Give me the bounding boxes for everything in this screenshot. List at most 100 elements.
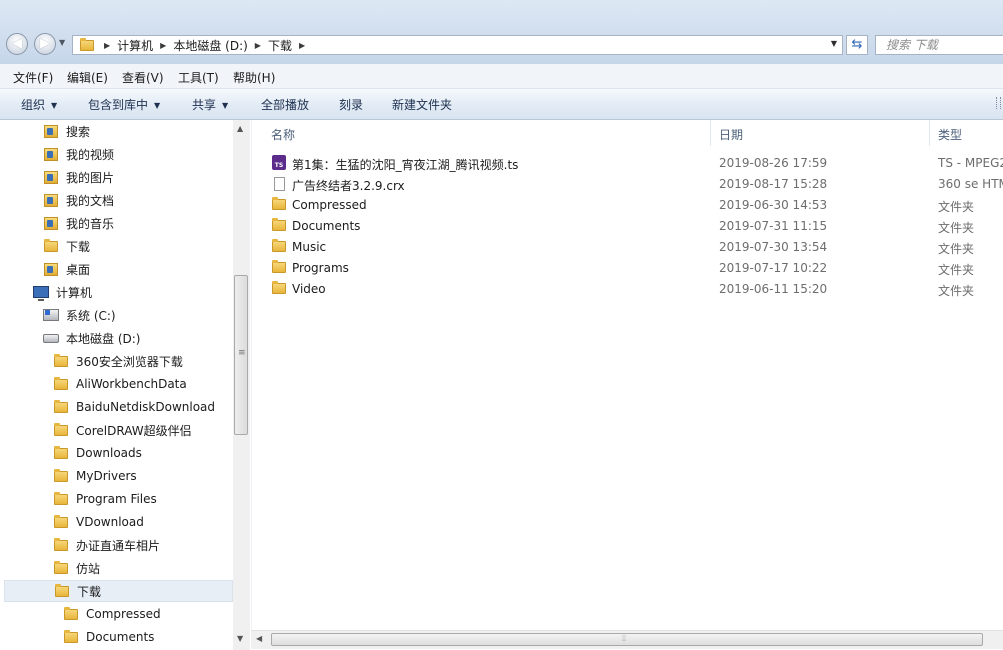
column-divider[interactable]: [929, 120, 930, 146]
nav-item-pictures[interactable]: 我的图片: [44, 166, 114, 188]
folder-icon: [272, 197, 286, 210]
file-date: 2019-07-30 13:54: [719, 240, 828, 254]
scroll-down-icon[interactable]: ▼: [237, 634, 243, 643]
music-library-icon: [44, 216, 58, 230]
nav-item-folder[interactable]: Documents: [64, 626, 154, 648]
nav-label: Documents: [86, 630, 155, 644]
nav-label: 我的图片: [66, 170, 115, 185]
breadcrumb-arrow-icon[interactable]: ▶: [255, 41, 261, 50]
breadcrumb-downloads[interactable]: 下载: [268, 37, 292, 54]
breadcrumb-drive-d[interactable]: 本地磁盘 (D:): [173, 37, 247, 54]
refresh-button[interactable]: ⇆: [846, 35, 868, 55]
nav-item-drive-c[interactable]: 系统 (C:): [43, 304, 116, 326]
horizontal-scroll-thumb[interactable]: ⦙⦙: [271, 633, 983, 646]
nav-item-desktop[interactable]: 桌面: [44, 258, 90, 280]
menu-view[interactable]: 查看(V): [122, 69, 164, 86]
nav-label: 我的视频: [66, 147, 115, 162]
file-type: 文件夹: [938, 221, 975, 235]
folder-icon: [64, 629, 78, 643]
breadcrumb-arrow-icon[interactable]: ▶: [299, 41, 305, 50]
nav-item-folder[interactable]: Downloads: [54, 442, 142, 464]
file-date: 2019-08-26 17:59: [719, 156, 828, 170]
file-row[interactable]: Video 2019-06-11 15:20 文件夹: [252, 279, 1003, 300]
include-in-library-label: 包含到库中: [88, 98, 149, 112]
breadcrumb-computer[interactable]: 计算机: [117, 37, 153, 54]
file-row[interactable]: Documents 2019-07-31 11:15 文件夹: [252, 216, 1003, 237]
nav-item-downloads-selected[interactable]: 下载: [4, 580, 233, 602]
file-list: 名称 日期 类型 TS 第1集：生猛的沈阳_宵夜江湖_腾讯视频.ts 2019-…: [251, 120, 1003, 630]
nav-item-downloads-fav[interactable]: 下载: [44, 235, 90, 257]
menu-help[interactable]: 帮助(H): [233, 69, 275, 86]
drive-icon: [43, 333, 59, 343]
nav-label: MyDrivers: [76, 469, 137, 483]
file-row[interactable]: Music 2019-07-30 13:54 文件夹: [252, 237, 1003, 258]
file-type: 360 se HTM: [938, 177, 1003, 191]
scroll-up-icon[interactable]: ▲: [237, 124, 243, 133]
nav-label: 我的文档: [66, 193, 115, 208]
folder-icon: [54, 514, 68, 528]
back-button[interactable]: ◀: [6, 33, 28, 55]
file-row[interactable]: Programs 2019-07-17 10:22 文件夹: [252, 258, 1003, 279]
nav-item-documents[interactable]: 我的文档: [44, 189, 114, 211]
address-bar[interactable]: ▶ 计算机 ▶ 本地磁盘 (D:) ▶ 下载 ▶ ▼: [72, 35, 843, 55]
nav-item-folder[interactable]: MyDrivers: [54, 465, 137, 487]
menu-tools[interactable]: 工具(T): [178, 69, 219, 86]
search-input[interactable]: 搜索 下载: [875, 35, 1003, 55]
column-divider[interactable]: [710, 120, 711, 146]
nav-label: Downloads: [76, 446, 142, 460]
nav-label: 我的音乐: [66, 216, 115, 231]
include-in-library-button[interactable]: 包含到库中 ▼: [88, 96, 160, 113]
nav-item-search[interactable]: 搜索: [44, 120, 90, 142]
nav-item-folder[interactable]: Compressed: [64, 603, 161, 625]
breadcrumb-arrow-icon[interactable]: ▶: [104, 41, 110, 50]
horizontal-scrollbar[interactable]: ◀ ⦙⦙: [251, 630, 1003, 649]
file-row[interactable]: 广告终结者3.2.9.crx 2019-08-17 15:28 360 se H…: [252, 174, 1003, 195]
file-date: 2019-07-17 10:22: [719, 261, 828, 275]
share-button[interactable]: 共享 ▼: [192, 96, 228, 113]
organize-button[interactable]: 组织 ▼: [21, 96, 57, 113]
file-date: 2019-06-30 14:53: [719, 198, 828, 212]
computer-icon: [33, 286, 49, 301]
address-dropdown-icon[interactable]: ▼: [831, 39, 837, 48]
forward-button[interactable]: ▶: [34, 33, 56, 55]
folder-icon: [54, 537, 68, 551]
file-type: TS - MPEG2: [938, 156, 1003, 170]
nav-item-folder[interactable]: 仿站: [54, 557, 100, 579]
toolbar-grip[interactable]: [996, 97, 1001, 109]
breadcrumb-arrow-icon[interactable]: ▶: [160, 41, 166, 50]
new-folder-button[interactable]: 新建文件夹: [392, 96, 452, 113]
file-row[interactable]: TS 第1集：生猛的沈阳_宵夜江湖_腾讯视频.ts 2019-08-26 17:…: [252, 153, 1003, 174]
nav-item-computer[interactable]: 计算机: [33, 281, 92, 303]
burn-button[interactable]: 刻录: [339, 96, 363, 113]
file-name: Music: [292, 240, 327, 254]
nav-item-folder[interactable]: AliWorkbenchData: [54, 373, 187, 395]
file-type: 文件夹: [938, 284, 975, 298]
file-type: 文件夹: [938, 200, 975, 214]
recent-pages-dropdown[interactable]: ▼: [59, 38, 65, 47]
nav-item-videos[interactable]: 我的视频: [44, 143, 114, 165]
nav-item-drive-d[interactable]: 本地磁盘 (D:): [43, 327, 140, 349]
column-header-name[interactable]: 名称: [271, 126, 295, 143]
column-header-type[interactable]: 类型: [938, 126, 962, 143]
menu-edit[interactable]: 编辑(E): [67, 69, 108, 86]
column-header-date[interactable]: 日期: [719, 126, 743, 143]
nav-scroll-thumb[interactable]: ≡: [234, 275, 248, 435]
menu-file[interactable]: 文件(F): [13, 69, 53, 86]
nav-item-folder[interactable]: Program Files: [54, 488, 157, 510]
scroll-left-icon[interactable]: ◀: [256, 634, 262, 643]
file-row[interactable]: Compressed 2019-06-30 14:53 文件夹: [252, 195, 1003, 216]
file-name: Documents: [292, 219, 361, 233]
nav-label: 搜索: [66, 124, 91, 139]
folder-icon: [272, 260, 286, 273]
nav-item-folder[interactable]: 360安全浏览器下载: [54, 350, 183, 372]
nav-item-folder[interactable]: VDownload: [54, 511, 144, 533]
nav-scrollbar[interactable]: ▲ ≡ ▼: [233, 120, 250, 650]
play-all-button[interactable]: 全部播放: [261, 96, 309, 113]
nav-item-folder[interactable]: BaiduNetdiskDownload: [54, 396, 215, 418]
nav-item-folder[interactable]: 办证直通车相片: [54, 534, 160, 556]
nav-item-music[interactable]: 我的音乐: [44, 212, 114, 234]
nav-label: 仿站: [76, 561, 101, 576]
folder-icon: [54, 399, 68, 413]
nav-label: 计算机: [56, 285, 93, 300]
nav-item-folder[interactable]: CorelDRAW超级伴侣: [54, 419, 192, 441]
